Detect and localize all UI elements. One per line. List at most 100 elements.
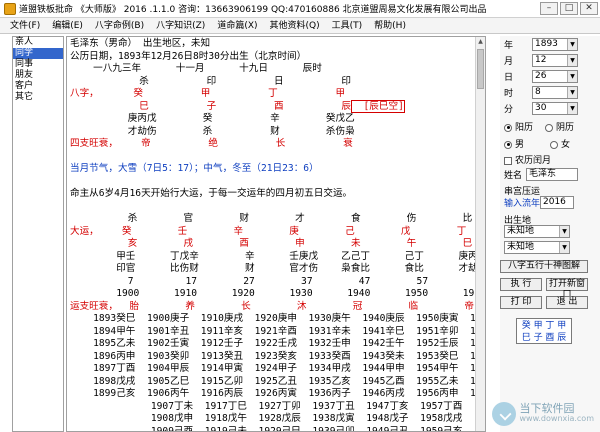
text-segment: 癸 甲 丁 甲 xyxy=(98,88,346,99)
list-item[interactable]: 朋友 xyxy=(13,70,63,81)
chevron-down-icon: ▼ xyxy=(567,55,577,66)
text-line: 1894甲午 1901辛丑 1911辛亥 1921辛酉 1931辛未 1941辛… xyxy=(70,326,485,339)
watermark-url: www.downxia.com xyxy=(519,414,594,423)
text-line: 毛泽东（男命） 出生地区，未知 xyxy=(70,38,474,51)
chevron-down-icon: ▼ xyxy=(567,71,577,82)
flow-year-label: 输入流年 xyxy=(504,199,541,209)
minute-row: 分 30 ▼ xyxy=(504,102,578,115)
list-item[interactable]: 客户 xyxy=(13,81,63,92)
text-line: 当月节气，大雪（7日5：17）；中气，冬至（21日23：6） xyxy=(70,163,474,176)
year-row: 年 1893 ▼ xyxy=(504,38,578,51)
hour-select[interactable]: 8 ▼ xyxy=(532,86,578,99)
text-segment: 毛泽东（男命） 出生地区，未知 xyxy=(70,38,211,49)
text-line: 才劫伤 杀 财 杀伤枭 xyxy=(70,126,474,139)
open-new-window-button[interactable]: 打开新窗口 xyxy=(546,278,588,300)
close-button[interactable]: ✕ xyxy=(580,2,598,15)
watermark: 当下软件园 www.downxia.com xyxy=(492,402,594,426)
text-segment: 才劫伤 杀 财 杀伤枭 xyxy=(70,125,355,137)
text-segment: 1897丁酉 1904甲辰 1914甲寅 1924甲子 1934甲戌 1944甲… xyxy=(93,363,485,374)
leap-month-row: 农历闰月 xyxy=(504,153,551,166)
city-row: 未知地 ▼ xyxy=(504,241,570,254)
lunar-radio[interactable]: 阴历 xyxy=(545,120,574,133)
text-segment: 杀 印 日 印 xyxy=(70,75,351,87)
scroll-thumb[interactable] xyxy=(477,49,484,89)
maximize-button[interactable]: □ xyxy=(560,2,578,15)
province-select[interactable]: 未知地 ▼ xyxy=(504,225,570,238)
print-button[interactable]: 打 印 xyxy=(500,296,542,309)
list-item[interactable]: 同事 xyxy=(13,59,63,70)
text-line xyxy=(70,151,474,164)
text-segment: 1908戊申 1918戊午 1928戊辰 1938戊寅 1948戊子 1958戊… xyxy=(150,413,485,424)
text-line: 杀 官 财 才 食 伤 比 劫 xyxy=(70,213,474,226)
watermark-name: 当下软件园 xyxy=(519,402,575,415)
hour-row: 时 8 ▼ xyxy=(504,86,578,99)
text-line: 公历日期，1893年12月26日8时30分出生（北京时间） xyxy=(70,51,474,64)
text-segment: 杀 官 财 才 食 伤 比 劫 xyxy=(70,213,486,224)
minimize-button[interactable]: – xyxy=(540,2,558,15)
list-item[interactable]: 其它 xyxy=(13,92,63,103)
text-line: 1907丁未 1917丁巳 1927丁卯 1937丁丑 1947丁亥 1957丁… xyxy=(70,401,485,414)
menu-item-1[interactable]: 编辑(E) xyxy=(46,18,89,34)
text-segment: 1894甲午 1901辛丑 1911辛亥 1921辛酉 1931辛未 1941辛… xyxy=(93,325,485,337)
flow-year-row: 输入流年 2016 xyxy=(504,196,574,209)
province-row: 未知地 ▼ xyxy=(504,225,570,238)
menu-item-3[interactable]: 八字知识(Z) xyxy=(150,18,211,34)
flow-year-input[interactable]: 2016 xyxy=(540,196,574,209)
run-button[interactable]: 执 行 xyxy=(500,278,542,291)
menu-item-7[interactable]: 帮助(H) xyxy=(368,18,412,34)
category-list[interactable]: 亲人 同学 同事 朋友 客户 其它 xyxy=(12,36,64,432)
month-label: 月 xyxy=(504,57,514,67)
list-item[interactable]: 同学 xyxy=(13,48,63,59)
calendar-type-row: 阳历 阴历 xyxy=(504,120,574,133)
menu-item-2[interactable]: 八字命例(B) xyxy=(89,18,150,34)
text-line: 1893癸巳 1900庚子 1910庚戌 1920庚申 1930庚午 1940庚… xyxy=(70,313,485,326)
bazi-stems: 癸 甲 丁 甲 xyxy=(521,321,567,331)
text-line xyxy=(70,201,474,214)
leap-month-checkbox[interactable]: 农历闰月 xyxy=(504,153,551,166)
text-segment: 甲壬 丁戊辛 辛 壬庚戊 乙己丁 己丁 庚丙戊 癸戊乙 xyxy=(116,250,486,262)
text-line: 1908戊申 1918戊午 1928戊辰 1938戊寅 1948戊子 1958戊… xyxy=(70,413,485,426)
year-select[interactable]: 1893 ▼ xyxy=(532,38,578,51)
name-label: 姓名 xyxy=(504,171,523,181)
menu-bar: 文件(F) 编辑(E) 八字命例(B) 八字知识(Z) 道命篇(X) 其他资料(Q) 工具(… xyxy=(0,18,600,34)
month-row: 月 12 ▼ xyxy=(504,54,578,67)
minute-select[interactable]: 30 ▼ xyxy=(532,102,578,115)
result-text-area[interactable]: 毛泽东（男命） 出生地区，未知 公历日期，1893年12月26日8时30分出生（北… xyxy=(66,36,486,432)
menu-item-0[interactable]: 文件(F) xyxy=(4,18,46,34)
text-segment: 四支旺衰， xyxy=(70,138,118,149)
text-segment: 7 17 27 37 47 57 67 77 xyxy=(127,275,485,287)
text-line: 命主从6岁4月16天开始行大运，于每一交运年的四月初五日交运。 xyxy=(70,188,474,201)
chevron-down-icon: ▼ xyxy=(567,103,577,114)
text-segment: 一八九三年 十一月 十九日 辰时 xyxy=(70,63,322,74)
text-segment: 癸 壬 辛 庚 己 戊 丁 丙 xyxy=(98,225,486,237)
exit-button[interactable]: 退 出 xyxy=(546,296,588,309)
menu-item-5[interactable]: 其他资料(Q) xyxy=(264,18,326,34)
bazi-summary-box: 癸 甲 丁 甲 巳 子 酉 辰 xyxy=(516,318,572,344)
menu-item-6[interactable]: 工具(T) xyxy=(326,18,369,34)
window-controls: – □ ✕ xyxy=(540,2,598,15)
chevron-down-icon: ▼ xyxy=(559,242,569,253)
month-select[interactable]: 12 ▼ xyxy=(532,54,578,67)
city-select[interactable]: 未知地 ▼ xyxy=(504,241,570,254)
wuxing-diagram-button[interactable]: 八字五行十神图解 xyxy=(500,260,588,273)
text-line: 甲壬 丁戊辛 辛 壬庚戊 乙己丁 己丁 庚丙戊 癸戊乙 xyxy=(70,251,485,264)
text-line: 1895乙未 1902壬寅 1912壬子 1922壬戌 1932壬申 1942壬… xyxy=(70,338,485,351)
name-input[interactable]: 毛泽东 xyxy=(526,168,578,181)
chevron-down-icon: ▼ xyxy=(559,226,569,237)
male-radio[interactable]: 男 xyxy=(504,137,524,150)
scroll-up-arrow-icon[interactable]: ▲ xyxy=(476,37,485,46)
text-segment: 1900 1910 1920 1930 1940 1950 1960 1970 xyxy=(116,288,485,299)
text-segment: 1898戊戌 1905乙巳 1915乙卯 1925乙丑 1935乙亥 1945乙… xyxy=(93,375,485,387)
text-line: 1897丁酉 1904甲辰 1914甲寅 1924甲子 1934甲戌 1944甲… xyxy=(70,363,485,376)
year-label: 年 xyxy=(504,41,514,51)
bazi-branches: 巳 子 酉 辰 xyxy=(521,333,567,343)
female-radio[interactable]: 女 xyxy=(550,137,570,150)
day-select[interactable]: 26 ▼ xyxy=(532,70,578,83)
text-segment: 亥 戌 酉 申 未 午 巳 辰 xyxy=(70,238,486,249)
solar-radio[interactable]: 阳历 xyxy=(504,120,533,133)
download-logo-icon xyxy=(492,402,517,426)
text-segment: 公历日期，1893年12月26日8时30分出生（北京时间） xyxy=(70,50,307,62)
vertical-scrollbar[interactable]: ▲ xyxy=(475,37,485,431)
menu-item-4[interactable]: 道命篇(X) xyxy=(211,18,263,34)
list-item[interactable]: 亲人 xyxy=(13,37,63,48)
